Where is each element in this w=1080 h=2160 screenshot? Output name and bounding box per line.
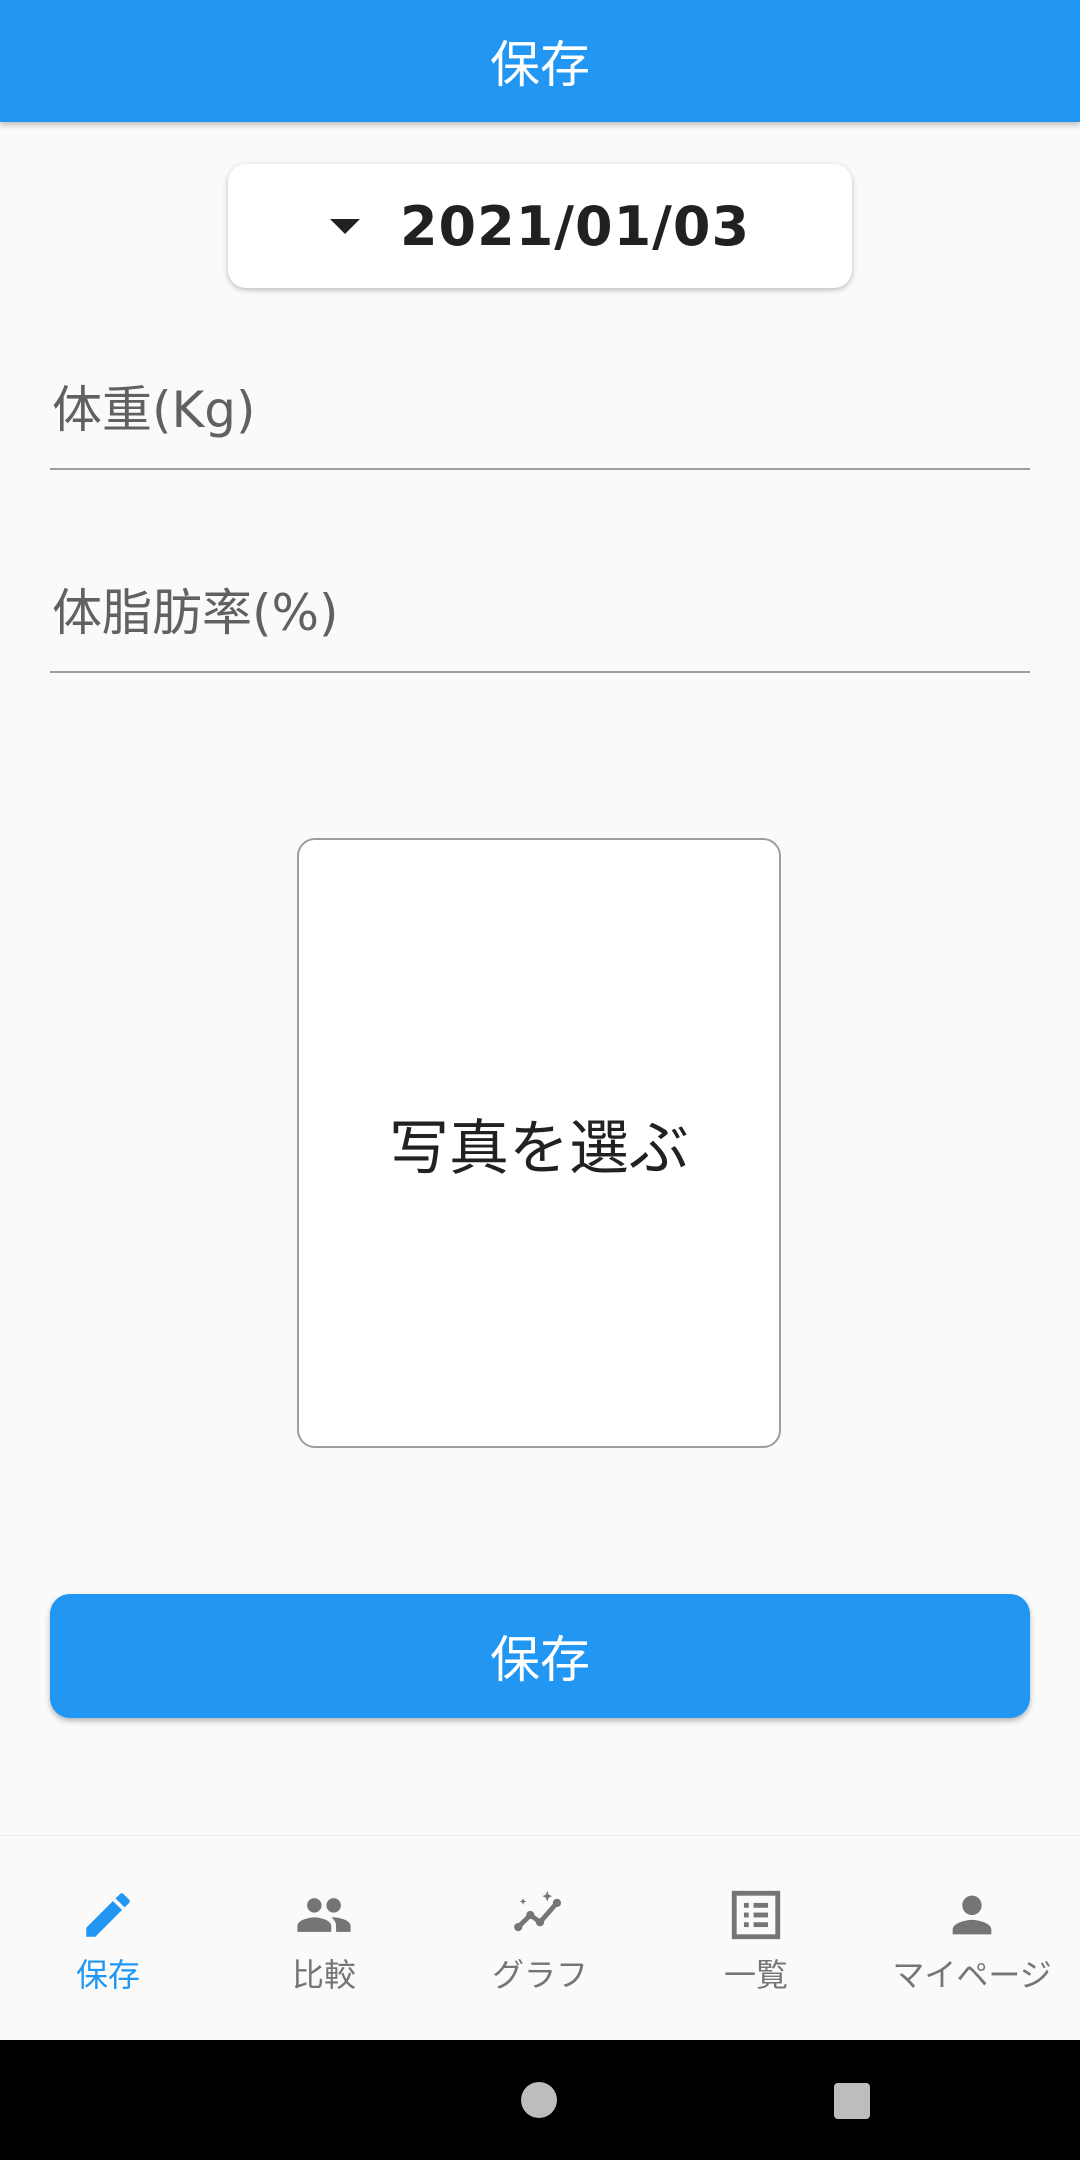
people-icon — [297, 1898, 351, 1932]
nav-label-mypage: マイページ — [892, 1956, 1052, 1994]
selected-date: 2021/01/03 — [399, 194, 751, 258]
nav-label-graph: グラフ — [491, 1956, 588, 1994]
nav-item-graph[interactable]: グラフ — [432, 1836, 648, 2041]
nav-label-save: 保存 — [75, 1956, 140, 1994]
app-bar: 保存 — [0, 0, 1080, 122]
home-circle-icon[interactable] — [521, 2082, 557, 2118]
nav-label-compare: 比較 — [291, 1956, 356, 1994]
caret-down-icon — [329, 218, 360, 234]
nav-item-compare[interactable]: 比較 — [216, 1836, 432, 2041]
recent-apps-icon[interactable] — [834, 2083, 870, 2119]
list-icon — [731, 1890, 781, 1940]
date-picker-button[interactable]: 2021/01/03 — [228, 164, 852, 288]
nav-item-list[interactable]: 一覧 — [648, 1836, 864, 2041]
person-icon — [952, 1895, 992, 1935]
nav-item-save[interactable]: 保存 — [0, 1836, 216, 2041]
bottom-navigation: 保存 比較 グラフ 一覧 マイページ — [0, 1835, 1080, 2041]
auto-graph-icon — [514, 1890, 562, 1932]
body-fat-input[interactable] — [50, 551, 1034, 673]
save-button[interactable]: 保存 — [50, 1594, 1030, 1718]
nav-item-mypage[interactable]: マイページ — [864, 1836, 1080, 2041]
body-fat-field[interactable]: 体脂肪率(%) — [50, 551, 1034, 673]
page-title: 保存 — [490, 36, 590, 94]
select-photo-label: 写真を選ぶ — [389, 1113, 689, 1184]
weight-field[interactable]: 体重(Kg) — [50, 348, 1034, 470]
select-photo-button[interactable]: 写真を選ぶ — [297, 838, 781, 1448]
system-navigation-bar — [0, 2040, 1080, 2160]
pencil-icon — [86, 1893, 130, 1937]
nav-label-list: 一覧 — [723, 1956, 788, 1994]
weight-input[interactable] — [50, 348, 1034, 470]
